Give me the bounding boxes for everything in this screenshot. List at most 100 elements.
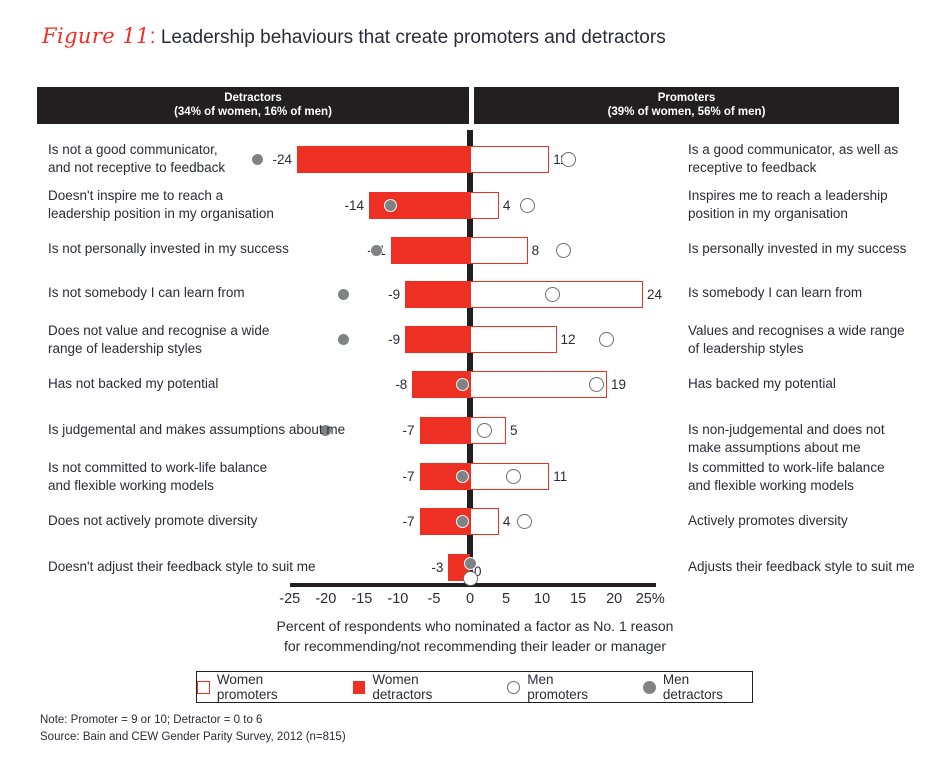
row-label-right-line: receptive to feedback — [688, 159, 817, 175]
x-axis-tick-label: 0 — [465, 591, 475, 607]
row-label-right-line: Inspires me to reach a leadership — [688, 188, 888, 203]
men-detractors-marker-icon — [369, 244, 383, 257]
women-promoters-bar — [470, 371, 607, 398]
x-axis-tick-label: 5 — [502, 591, 511, 607]
men-promoters-marker-icon — [599, 332, 615, 347]
row-label-right: Actively promotes diversity — [688, 512, 943, 530]
circle-outline-gray-icon — [507, 680, 521, 694]
women-promoters-value: 8 — [531, 242, 540, 258]
legend-item: Men promoters — [507, 672, 617, 702]
men-promoters-marker-icon — [505, 469, 521, 484]
row-label-right: Adjusts their feedback style to suit me — [688, 558, 943, 576]
row-label-right: Values and recognises a wide range of lea… — [688, 322, 943, 357]
row-label-right: Is non-judgemental and does not make assu… — [688, 421, 943, 456]
x-axis-tick-label: 10 — [534, 591, 551, 607]
women-promoters-value: 19 — [610, 376, 627, 392]
x-axis-tick-label: -15 — [351, 591, 373, 607]
women-detractors-value: -3 — [431, 559, 444, 575]
row-label-right-line: Values and recognises a wide range — [688, 323, 905, 338]
row-label-left-line: Is not a good communicator, — [48, 142, 218, 157]
row-label-left-line: leadership position in my organisation — [48, 205, 274, 221]
row-label-right-line: Is committed to work-life balance — [688, 460, 885, 475]
women-promoters-value: 11 — [553, 468, 568, 484]
women-detractors-bar — [405, 281, 470, 308]
men-promoters-marker-icon — [516, 514, 532, 529]
x-axis-caption-line2: for recommending/not recommending their … — [283, 637, 667, 654]
women-detractors-value: -7 — [402, 468, 415, 484]
women-detractors-value: -9 — [388, 331, 401, 347]
women-detractors-bar — [419, 417, 470, 444]
women-detractors-value: -8 — [395, 376, 408, 392]
legend-item: Men detractors — [643, 672, 752, 702]
men-promoters-marker-icon — [560, 152, 576, 167]
men-promoters-marker-icon — [556, 243, 572, 258]
row-label-left: Doesn't inspire me to reach a leadership … — [48, 187, 348, 222]
row-label-left-line: Is not personally invested in my success — [48, 241, 289, 256]
row-label-left: Is not a good communicator, and not recep… — [48, 141, 348, 176]
legend-item-label: Women detractors — [372, 672, 433, 702]
women-promoters-value: 5 — [510, 422, 518, 438]
note-text: Note: Promoter = 9 or 10; Detractor = 0 … — [40, 714, 263, 726]
women-detractors-bar — [390, 237, 470, 264]
men-promoters-marker-icon — [588, 377, 604, 392]
women-detractors-value: -9 — [388, 286, 401, 302]
source-text: Source: Bain and CEW Gender Parity Surve… — [40, 730, 346, 743]
row-label-right-line: Adjusts their feedback style to suit me — [688, 559, 915, 574]
row-label-right-line: Is somebody I can learn from — [688, 285, 863, 300]
row-label-left: Does not actively promote diversity — [48, 512, 348, 530]
row-label-left-line: Does not actively promote diversity — [48, 513, 258, 528]
women-detractors-value: -7 — [402, 513, 415, 529]
men-promoters-marker-icon — [462, 571, 478, 586]
row-label-right-line: Is a good communicator, as well as — [688, 142, 899, 157]
row-label-left-line: Is judgemental and makes assumptions abo… — [48, 422, 346, 437]
row-label-left: Is not somebody I can learn from — [48, 284, 348, 302]
x-axis-caption: Percent of respondents who nominated a f… — [180, 617, 770, 656]
footnotes: Note: Promoter = 9 or 10; Detractor = 0 … — [40, 712, 346, 745]
x-axis-tick-label: 15 — [570, 591, 587, 607]
women-promoters-bar — [470, 237, 528, 264]
men-detractors-marker-icon — [463, 557, 477, 570]
women-promoters-value: 4 — [502, 513, 511, 529]
row-label-left: Is not committed to work-life balance and… — [48, 459, 348, 494]
square-filled-red-icon — [352, 680, 366, 694]
legend-item-label: Men promoters — [527, 672, 588, 702]
women-promoters-value: 4 — [502, 197, 511, 213]
x-axis-caption-line1: Percent of respondents who nominated a f… — [276, 618, 674, 634]
women-promoters-bar — [470, 192, 499, 219]
row-label-left-line: Doesn't adjust their feedback style to s… — [48, 559, 316, 574]
legend-item: Women detractors — [352, 672, 482, 702]
row-label-left: Has not backed my potential — [48, 375, 348, 393]
row-label-left-line: Is not committed to work-life balance — [48, 460, 268, 475]
row-label-left: Is judgemental and makes assumptions abo… — [48, 421, 348, 439]
row-label-left: Doesn't adjust their feedback style to s… — [48, 558, 348, 576]
row-label-left-line: Doesn't inspire me to reach a — [48, 188, 224, 203]
women-promoters-bar — [470, 508, 499, 535]
row-label-left-line: and flexible working models — [48, 477, 214, 493]
row-label-right: Is a good communicator, as well as recept… — [688, 141, 943, 176]
men-promoters-marker-icon — [520, 198, 536, 213]
men-promoters-marker-icon — [476, 423, 492, 438]
women-detractors-bar — [405, 326, 470, 353]
chart-legend: Women promoters Women detractors Men promo… — [196, 671, 753, 703]
row-label-right: Has backed my potential — [688, 375, 943, 393]
row-label-right: Inspires me to reach a leadership positio… — [688, 187, 943, 222]
row-label-right-line: of leadership styles — [688, 340, 804, 356]
x-axis-tick-label: -5 — [427, 591, 441, 607]
legend-item-label: Women promoters — [216, 672, 278, 702]
row-label-right: Is personally invested in my success — [688, 240, 943, 258]
x-axis-tick-label: -20 — [315, 591, 337, 607]
women-detractors-value: -7 — [402, 422, 415, 438]
women-promoters-bar — [470, 326, 557, 353]
row-label-right-line: Is non-judgemental and does not — [688, 422, 885, 437]
legend-item: Women promoters — [197, 672, 327, 702]
square-outline-red-icon — [197, 680, 210, 694]
row-label-left-line: Has not backed my potential — [48, 376, 219, 391]
women-promoters-value: 12 — [560, 331, 576, 347]
x-axis-tick-label: -25 — [279, 591, 301, 607]
row-label-left: Does not value and recognise a wide range… — [48, 322, 348, 357]
row-label-right-line: make assumptions about me — [688, 439, 861, 455]
legend-item-label: Men detractors — [662, 672, 723, 702]
row-label-right-line: Actively promotes diversity — [688, 513, 848, 528]
row-label-right-line: Is personally invested in my success — [688, 241, 907, 256]
x-axis-tick-label: 20 — [606, 591, 623, 607]
